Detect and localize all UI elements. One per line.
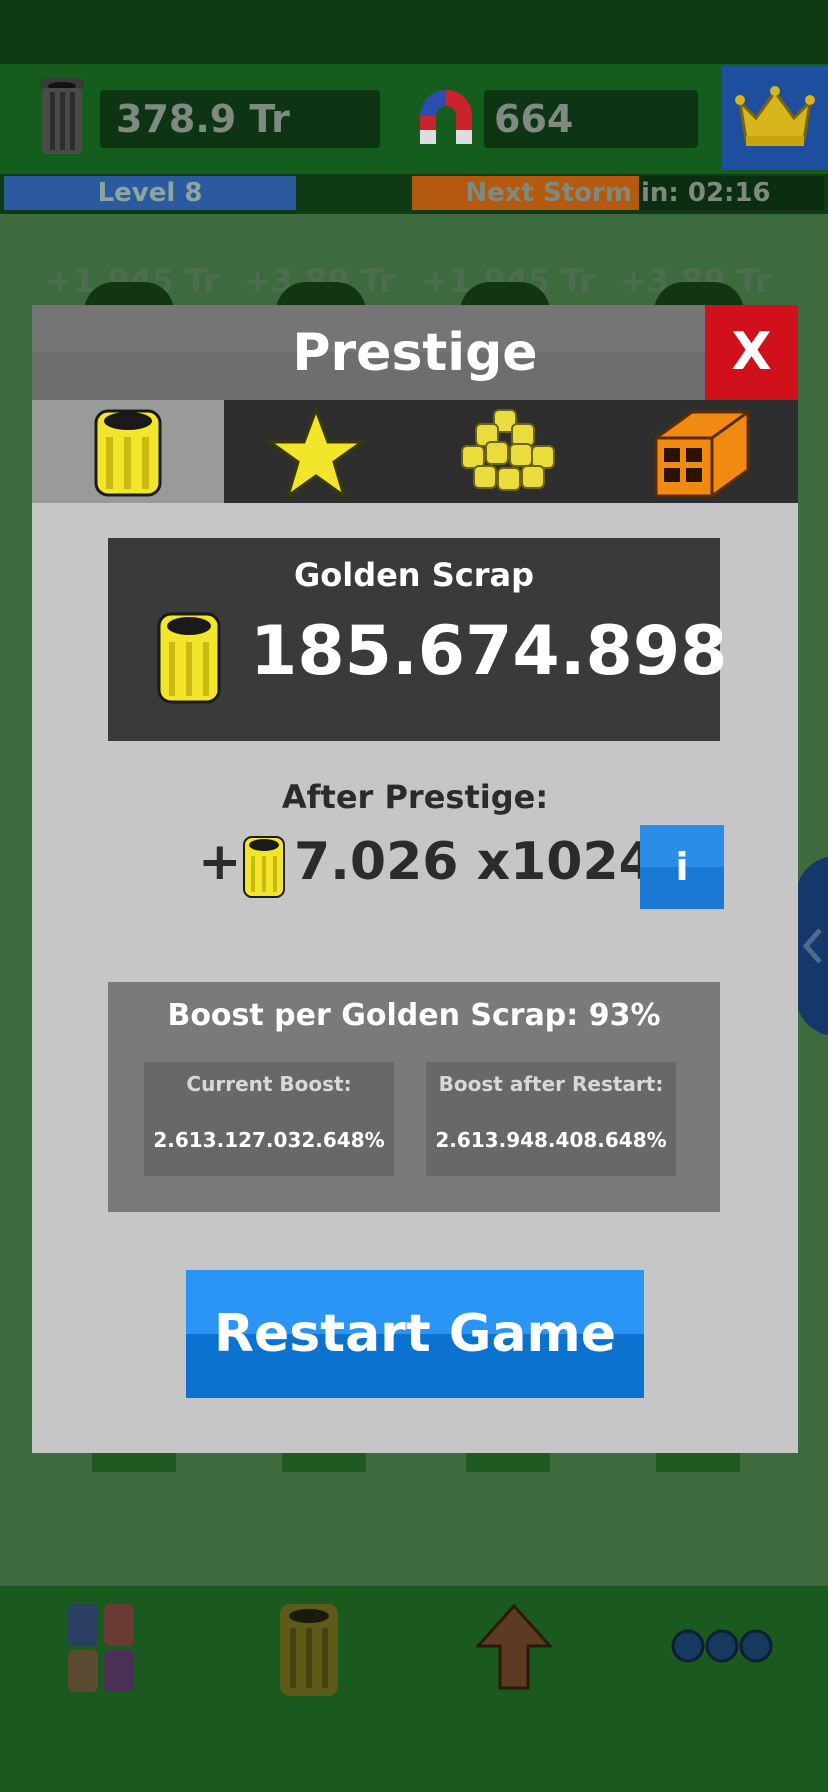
scrap-counter: 378.9 Tr bbox=[100, 90, 380, 148]
tab-scrap-pile[interactable] bbox=[416, 400, 608, 503]
merge-slot bbox=[656, 1452, 740, 1472]
boost-after-restart-card: Boost after Restart: 2.613.948.408.648% bbox=[426, 1062, 676, 1176]
upgrade-arrow-icon[interactable] bbox=[474, 1603, 554, 1690]
magnet-icon bbox=[414, 84, 478, 152]
trash-can-icon bbox=[38, 78, 86, 156]
after-prestige-value: 7.026 x1024 bbox=[294, 832, 655, 892]
current-boost-card: Current Boost: 2.613.127.032.648% bbox=[144, 1062, 394, 1176]
golden-scrap-label: Golden Scrap bbox=[293, 556, 535, 594]
info-button[interactable]: i bbox=[640, 825, 724, 909]
boost-per-scrap-label: Boost per Golden Scrap: 93% bbox=[167, 998, 661, 1033]
barrels-collection-icon[interactable] bbox=[64, 1602, 140, 1694]
scrap-pile-icon bbox=[456, 406, 560, 498]
after-prestige-label: After Prestige: bbox=[281, 778, 549, 816]
golden-scrap-icon bbox=[156, 610, 222, 706]
side-panel-toggle[interactable] bbox=[796, 856, 828, 1036]
golden-barrel-nav-icon[interactable] bbox=[278, 1604, 340, 1696]
magnet-counter-value: 664 bbox=[494, 97, 574, 141]
merge-slot bbox=[92, 1452, 176, 1472]
system-status-bar bbox=[0, 0, 828, 64]
golden-scrap-icon bbox=[242, 834, 286, 900]
merge-slot bbox=[466, 1452, 550, 1472]
close-button[interactable]: X bbox=[705, 305, 798, 400]
chevron-left-icon bbox=[800, 926, 824, 966]
more-dots-icon[interactable] bbox=[670, 1628, 774, 1664]
boost-after-restart-value: 2.613.948.408.648% bbox=[435, 1128, 667, 1152]
merge-slot bbox=[282, 1452, 366, 1472]
star-icon bbox=[265, 405, 367, 500]
current-boost-value: 2.613.127.032.648% bbox=[153, 1128, 385, 1152]
restart-game-button[interactable]: Restart Game bbox=[186, 1270, 644, 1398]
storm-timer-label: Next Storm in: 02:16 bbox=[465, 178, 771, 208]
crown-icon bbox=[734, 84, 816, 150]
level-indicator: Level 8 bbox=[4, 176, 296, 210]
magnet-counter: 664 bbox=[484, 90, 698, 148]
golden-scrap-value: 185.674.898 bbox=[250, 612, 728, 691]
after-prestige-plus: + bbox=[198, 832, 242, 892]
boost-after-restart-label: Boost after Restart: bbox=[438, 1072, 664, 1096]
brick-icon bbox=[652, 404, 752, 500]
dialog-title: Prestige bbox=[292, 323, 538, 383]
scrap-counter-value: 378.9 Tr bbox=[116, 97, 290, 141]
crown-button[interactable] bbox=[722, 66, 828, 170]
golden-scrap-icon bbox=[92, 405, 164, 499]
tab-golden-scrap[interactable] bbox=[32, 400, 224, 503]
current-boost-label: Current Boost: bbox=[186, 1072, 352, 1096]
tab-bricks[interactable] bbox=[608, 400, 800, 503]
tab-stars[interactable] bbox=[224, 400, 416, 503]
